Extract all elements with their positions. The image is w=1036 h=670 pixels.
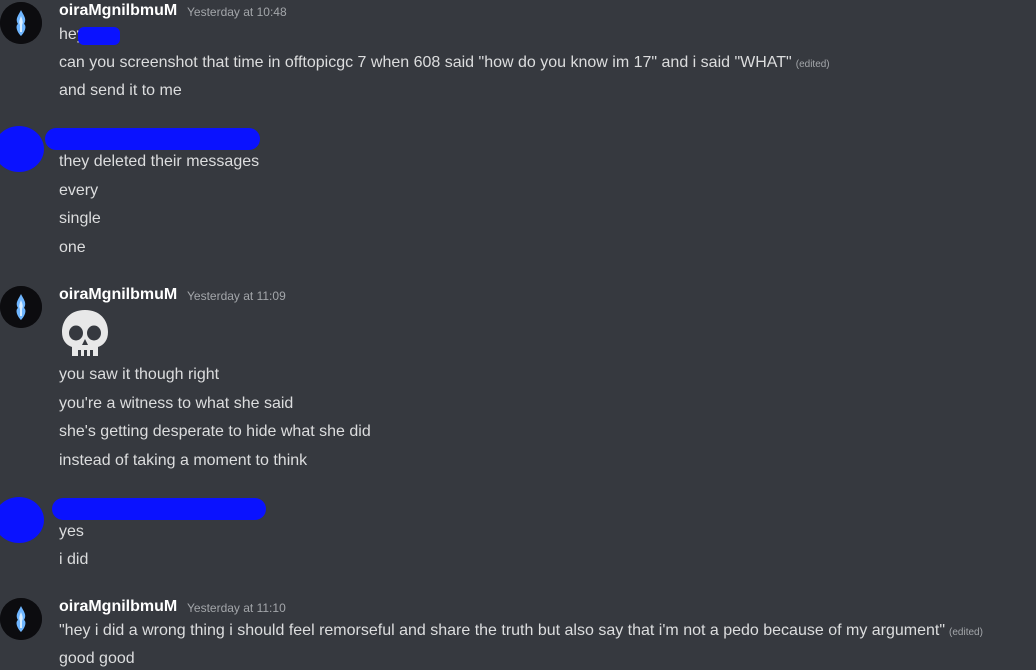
user-avatar[interactable] xyxy=(0,2,42,44)
user-avatar[interactable] xyxy=(0,598,42,640)
timestamp: Yesterday at 11:09 xyxy=(187,289,286,303)
redaction-scribble xyxy=(78,27,120,45)
message-line: you're a witness to what she said xyxy=(59,395,294,412)
edited-label: (edited) xyxy=(795,59,830,70)
message-text: "hey i did a wrong thing i should feel r… xyxy=(59,622,946,639)
flame-figure-icon xyxy=(0,2,42,44)
message-line: one xyxy=(59,239,86,256)
message-line: and send it to me xyxy=(59,82,182,99)
message-line: good good xyxy=(59,650,135,667)
user-avatar[interactable] xyxy=(0,286,42,328)
chat-window: { "messages": [ { "username": "oiraMgnil… xyxy=(0,0,1036,670)
redacted-username xyxy=(52,498,266,520)
message-line: single xyxy=(59,210,101,227)
message-line-edited: "hey i did a wrong thing i should feel r… xyxy=(59,621,983,643)
timestamp: Yesterday at 11:10 xyxy=(187,601,286,615)
username[interactable]: oiraMgnilbmuM xyxy=(59,2,177,20)
message-line: she's getting desperate to hide what she… xyxy=(59,423,371,440)
edited-label: (edited) xyxy=(949,627,983,638)
flame-figure-icon xyxy=(0,286,42,328)
flame-figure-icon xyxy=(0,598,42,640)
redacted-username xyxy=(45,128,260,150)
message-line-edited: can you screenshot that time in offtopic… xyxy=(59,53,830,75)
message-line: they deleted their messages xyxy=(59,153,260,170)
timestamp: Yesterday at 10:48 xyxy=(187,5,287,19)
message-line: yes xyxy=(59,523,84,540)
message-line: you saw it though right xyxy=(59,366,220,383)
redacted-avatar xyxy=(0,126,44,172)
username[interactable]: oiraMgnilbmuM xyxy=(59,286,177,304)
message-line: i did xyxy=(59,551,89,568)
message-line: every xyxy=(59,182,99,199)
message-text: can you screenshot that time in offtopic… xyxy=(59,54,792,71)
username[interactable]: oiraMgnilbmuM xyxy=(59,598,177,616)
redacted-avatar xyxy=(0,497,44,543)
message-line: instead of taking a moment to think xyxy=(59,452,308,469)
skull-emoji-icon xyxy=(59,308,111,360)
